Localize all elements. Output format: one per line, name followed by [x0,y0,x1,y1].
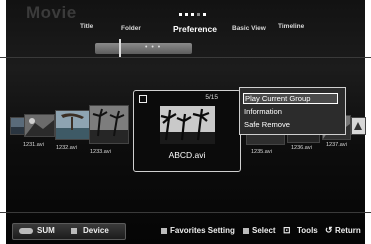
tools-button[interactable]: Tools [297,226,318,235]
menu-item-play-current-group[interactable]: Play Current Group [243,93,338,104]
left-frame [0,0,6,244]
page-indicator [179,13,206,16]
select-button-icon [243,228,249,234]
select-button[interactable]: Select [252,226,276,235]
tab-timeline[interactable]: Timeline [278,23,304,30]
media-browser-screen: Movie Title Folder Preference Basic View… [0,0,371,244]
rating-cursor [119,39,121,58]
file-label-1236: 1236.avi [291,145,312,151]
divider-top [0,57,371,58]
device-icon [71,228,77,234]
focused-filename: ABCD.avi [168,150,206,160]
thumbnail-partial-right[interactable] [351,117,366,135]
tab-basic-view[interactable]: Basic View [232,25,266,32]
divider-bottom [0,212,371,213]
focused-thumbnail [160,106,215,144]
menu-item-safe-remove[interactable]: Safe Remove [244,120,290,129]
file-label-1231: 1231.avi [23,142,44,148]
thumbnail-partial-left[interactable] [10,117,25,135]
page-title: Movie [26,3,77,22]
tools-icon: ⊡ [283,225,291,235]
favorites-setting-button[interactable]: Favorites Setting [170,226,235,235]
file-label-1233: 1233.avi [90,149,111,155]
return-icon: ↺ [325,225,333,235]
tab-title[interactable]: Title [80,23,93,30]
tab-preference[interactable]: Preference [173,24,217,34]
sum-icon [19,228,33,234]
menu-item-information[interactable]: Information [244,107,282,116]
thumbnail-1233[interactable] [89,105,129,144]
item-counter: 5/15 [205,94,218,101]
file-label-1235: 1235.avi [251,149,272,155]
file-label-1232: 1232.avi [56,145,77,151]
focused-item-card[interactable]: 5/15 ABCD.avi [133,90,241,172]
sum-label[interactable]: SUM [37,226,55,235]
thumbnail-1232[interactable] [55,110,90,140]
thumbnail-1231[interactable] [24,114,55,137]
tab-folder[interactable]: Folder [121,25,141,32]
file-label-1237: 1237.avi [326,142,347,148]
favorites-button-icon [161,228,167,234]
preference-rating-bar[interactable]: • • • [95,39,192,58]
return-button[interactable]: Return [335,226,361,235]
device-label[interactable]: Device [83,226,109,235]
tools-popup-menu: Play Current Group Information Safe Remo… [239,87,346,135]
device-bar: SUM Device [12,223,126,240]
select-checkbox[interactable] [139,95,147,103]
rating-dots: • • • [145,44,162,51]
